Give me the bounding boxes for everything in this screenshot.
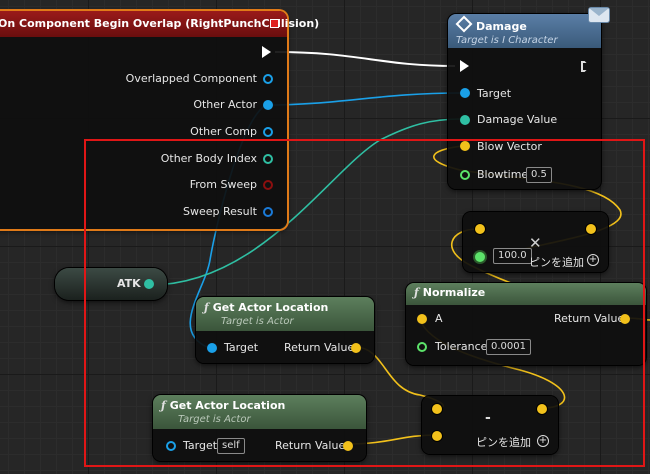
pin-other-body-index[interactable] (263, 154, 273, 164)
damage-node-title: Damage (476, 20, 527, 33)
add-pin-icon[interactable]: + (587, 254, 599, 266)
gal2-target-input[interactable]: self (217, 438, 245, 454)
normalize-header: ƒ Normalize (406, 283, 646, 305)
event-node[interactable]: On Component Begin Overlap (RightPunchCo… (0, 11, 319, 229)
pin-multiply-out[interactable] (586, 224, 596, 234)
pin-subtract-in-a[interactable] (432, 404, 442, 414)
pin-from-sweep[interactable] (263, 180, 273, 190)
pin-label-damage-target: Target (477, 87, 512, 100)
function-icon: ƒ (161, 399, 166, 412)
pin-label-blowtime: Blowtime (477, 168, 529, 181)
close-icon[interactable]: ✕ (529, 234, 542, 252)
pin-multiply-in-a[interactable] (475, 224, 485, 234)
pin-label-damage-value: Damage Value (477, 113, 558, 126)
add-pin-icon[interactable]: + (537, 435, 549, 447)
pin-label-other-comp: Other Comp (190, 125, 257, 138)
pin-blow-vector[interactable] (460, 141, 470, 151)
atk-label: ATK (117, 277, 141, 290)
pin-label-from-sweep: From Sweep (189, 178, 257, 191)
pin-gal1-target[interactable] (207, 343, 217, 353)
get-actor-location-2-title: Get Actor Location (169, 399, 286, 412)
event-exec-out-pin[interactable] (262, 46, 271, 58)
multiply-value-input[interactable]: 100.0 (493, 248, 532, 264)
get-actor-location-2-header: ƒ Get Actor Location Target is Actor (153, 395, 366, 429)
function-icon: ƒ (204, 301, 209, 314)
pin-sweep-result[interactable] (263, 207, 273, 217)
subtract-add-pin-label[interactable]: ピンを追加 (476, 434, 531, 450)
get-actor-location-1-header: ƒ Get Actor Location Target is Actor (196, 297, 374, 331)
pin-label-normalize-return: Return Value (554, 312, 625, 325)
pin-label-blow-vector: Blow Vector (477, 140, 542, 153)
damage-node-header: Damage Target is I Character (448, 14, 601, 48)
pin-gal2-target[interactable] (166, 441, 176, 451)
pin-label-overlapped-component: Overlapped Component (125, 72, 257, 85)
event-node-header: On Component Begin Overlap (RightPunchCo… (0, 11, 319, 37)
pin-label-gal2-target: Target (183, 439, 218, 452)
interface-call-icon (455, 15, 473, 33)
pin-other-actor[interactable] (263, 100, 273, 110)
pin-label-other-body-index: Other Body Index (160, 152, 257, 165)
pin-subtract-out[interactable] (537, 404, 547, 414)
subtract-symbol: - (485, 410, 491, 426)
pin-subtract-in-b[interactable] (432, 431, 442, 441)
blowtime-input[interactable]: 0.5 (526, 167, 552, 183)
multiply-add-pin-label[interactable]: ピンを追加 (529, 254, 584, 270)
pin-label-other-actor: Other Actor (193, 98, 257, 111)
pin-multiply-in-b[interactable] (475, 252, 485, 262)
tolerance-input[interactable]: 0.0001 (486, 339, 531, 355)
pin-gal1-return[interactable] (351, 343, 361, 353)
get-actor-location-1-title: Get Actor Location (212, 301, 329, 314)
get-actor-location-2-subtitle: Target is Actor (178, 414, 251, 425)
pin-label-gal2-return: Return Value (275, 439, 346, 452)
pin-damage-target[interactable] (460, 88, 470, 98)
damage-node[interactable]: Damage Target is I Character Target Dama… (448, 14, 601, 189)
damage-node-subtitle: Target is I Character (456, 35, 558, 46)
normalize-node[interactable]: ƒ Normalize A Return Value Tolerance 0.00… (406, 283, 646, 365)
get-actor-location-node-1[interactable]: ƒ Get Actor Location Target is Actor Targ… (196, 297, 374, 363)
get-actor-location-1-subtitle: Target is Actor (221, 316, 294, 327)
pin-blowtime[interactable] (460, 170, 470, 180)
pin-label-sweep-result: Sweep Result (183, 205, 257, 218)
pin-other-comp[interactable] (263, 127, 273, 137)
event-delegate-icon[interactable] (270, 19, 279, 28)
pin-label-gal1-target: Target (224, 341, 259, 354)
pin-damage-value[interactable] (460, 115, 470, 125)
pin-label-gal1-return: Return Value (284, 341, 355, 354)
damage-exec-in-pin[interactable] (460, 60, 469, 72)
pin-gal2-return[interactable] (343, 441, 353, 451)
pin-normalize-a[interactable] (417, 314, 427, 324)
pin-label-normalize-tolerance: Tolerance (435, 340, 488, 353)
pin-overlapped-component[interactable] (263, 74, 273, 84)
message-icon (589, 8, 609, 22)
pin-label-normalize-a: A (435, 312, 443, 325)
multiply-node[interactable]: 100.0 ✕ ピンを追加 + (463, 212, 608, 272)
subtract-node[interactable]: - ピンを追加 + (422, 396, 558, 454)
pin-normalize-tolerance[interactable] (417, 342, 427, 352)
normalize-title: Normalize (422, 286, 486, 299)
get-actor-location-node-2[interactable]: ƒ Get Actor Location Target is Actor Targ… (153, 395, 366, 461)
atk-variable-node[interactable]: ATK (55, 268, 167, 300)
function-icon: ƒ (414, 286, 419, 299)
pin-normalize-return[interactable] (620, 314, 630, 324)
damage-exec-out-pin[interactable] (581, 61, 590, 72)
pin-atk-out[interactable] (144, 279, 154, 289)
